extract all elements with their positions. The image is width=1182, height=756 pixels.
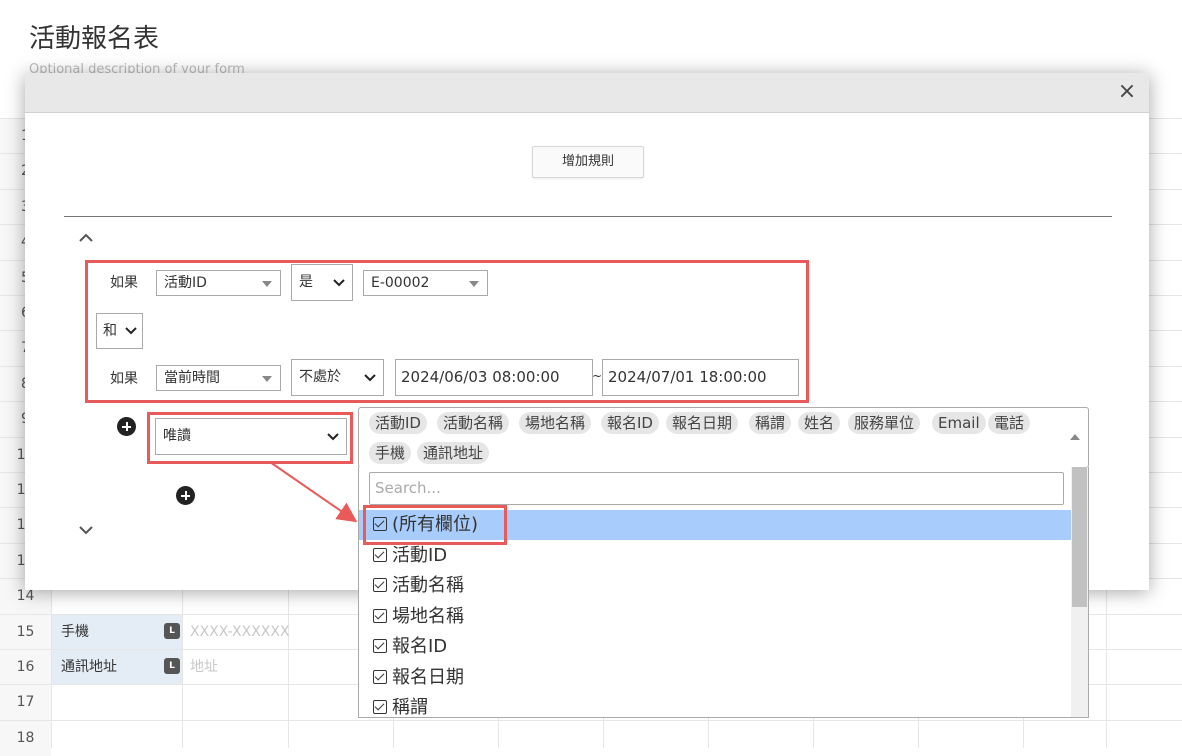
condition1-operator-value: 是 [299,274,313,290]
if-label-1: 如果 [110,275,138,291]
condition2-field-value: 當前時間 [164,370,220,386]
chevron-down-icon [333,279,345,287]
chevron-down-icon [327,433,339,441]
search-input[interactable]: Search... [369,472,1064,505]
dropdown-arrow-icon [262,376,272,382]
option-label: 稱謂 [392,697,428,718]
selected-field-tag[interactable]: 活動ID [369,412,427,434]
condition2-operator-select[interactable]: 不處於 [291,359,384,396]
modal-header: × [25,73,1149,113]
scrollbar[interactable] [1071,467,1088,717]
field-placeholder: XXXX-XXXXXX [190,624,290,640]
chevron-down-icon[interactable] [77,521,95,539]
option-label: 報名ID [392,636,448,657]
start-datetime-input[interactable]: 2024/06/03 08:00:00 [395,359,593,396]
dropdown-arrow-icon [469,281,479,287]
field-option[interactable]: 活動名稱 [359,571,1073,601]
selected-field-tag[interactable]: 通訊地址 [417,442,490,464]
action-value: 唯讀 [163,428,191,444]
condition1-operator-select[interactable]: 是 [291,264,353,301]
checkbox-checked-icon[interactable] [373,700,387,714]
selected-field-tag[interactable]: 姓名 [798,412,841,434]
chevron-down-icon [125,327,137,335]
field-name-cell[interactable]: 手機 [52,615,182,650]
selected-field-tag[interactable]: 服務單位 [848,412,921,434]
selected-field-tag[interactable]: 稱謂 [749,412,792,434]
option-label: 活動名稱 [392,575,464,596]
condition2-field-select[interactable]: 當前時間 [156,365,281,391]
selected-field-tag[interactable]: Email [932,412,986,434]
option-label: 活動ID [392,544,448,566]
field-name-cell[interactable]: 通訊地址 [52,650,182,685]
field-type-badge: L [164,658,180,674]
dropdown-arrow-icon [262,281,272,287]
action-select[interactable]: 唯讀 [155,418,347,455]
selected-field-tag[interactable]: 活動名稱 [437,412,510,434]
field-option[interactable]: 場地名稱 [359,602,1073,632]
checkbox-checked-icon[interactable] [373,608,387,623]
add-action-icon[interactable] [176,486,195,505]
option-label: 報名日期 [392,666,464,688]
logic-select[interactable]: 和 [96,313,143,349]
if-label-2: 如果 [110,371,138,387]
divider [64,216,1112,217]
all-fields-highlight [363,505,507,545]
checkbox-checked-icon[interactable] [373,547,387,562]
row-number: 15 [0,615,51,650]
add-rule-button[interactable]: 增加規則 [532,146,644,178]
condition2-operator-value: 不處於 [299,369,341,385]
option-label: 場地名稱 [392,605,464,627]
selected-field-tag[interactable]: 手機 [369,442,412,464]
condition1-field-select[interactable]: 活動ID [156,270,281,296]
logic-value: 和 [103,323,117,339]
chevron-down-icon [364,374,376,382]
close-icon[interactable]: × [1115,81,1139,105]
field-option[interactable]: 報名日期 [359,663,1073,693]
scrollbar-thumb[interactable] [1072,467,1087,607]
dropdown-up-arrow-icon[interactable] [1070,434,1080,440]
field-option[interactable]: 稱謂 [359,693,1073,718]
selected-field-tag[interactable]: 報名ID [601,412,659,434]
sheet-title: 活動報名表 [29,24,160,54]
selected-field-tag[interactable]: 報名日期 [666,412,739,434]
chevron-up-icon[interactable] [77,229,95,247]
checkbox-checked-icon[interactable] [373,639,387,653]
row-number: 18 [0,721,51,756]
condition1-value-select[interactable]: E-00002 [363,270,488,296]
add-condition-icon[interactable] [117,417,136,436]
field-type-badge: L [164,623,180,639]
checkbox-checked-icon[interactable] [373,669,387,684]
end-datetime-input[interactable]: 2024/07/01 18:00:00 [602,359,799,396]
condition1-value: E-00002 [371,275,430,291]
checkbox-checked-icon[interactable] [373,578,387,592]
selected-field-tag[interactable]: 電話 [988,412,1031,434]
condition1-field-value: 活動ID [164,275,207,291]
field-option[interactable]: 報名ID [359,632,1073,662]
row-number: 16 [0,650,51,685]
selected-field-tag[interactable]: 場地名稱 [519,412,592,434]
field-option[interactable]: 活動ID [359,541,1073,571]
field-multiselect[interactable]: 活動ID 活動名稱 場地名稱 報名ID 報名日期 稱謂 姓名 服務單位 Email 電話手機 通訊地… [358,407,1089,468]
range-separator: ~ [592,369,603,383]
sheet-row: 18 [0,720,1182,756]
field-placeholder: 地址 [190,659,218,675]
row-number: 17 [0,685,51,720]
